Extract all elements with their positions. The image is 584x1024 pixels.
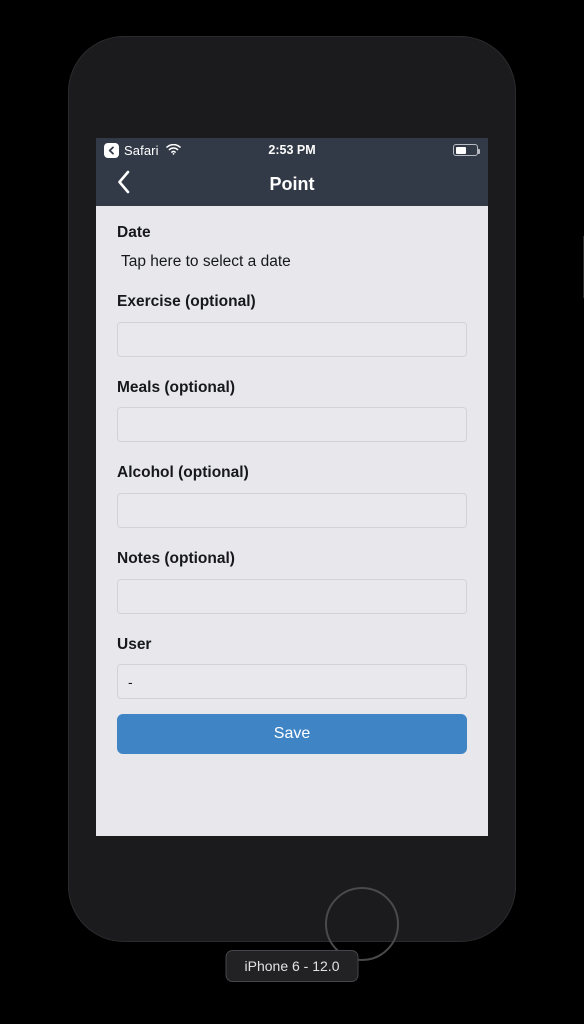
field-group-date: Date Tap here to select a date <box>117 224 467 271</box>
field-group-alcohol: Alcohol (optional) <box>117 464 467 528</box>
page-title: Point <box>269 174 315 194</box>
alcohol-input[interactable] <box>117 492 467 528</box>
label-date: Date <box>117 224 151 241</box>
date-picker-trigger[interactable]: Tap here to select a date <box>121 253 467 272</box>
ios-simulator-window: Safari 2:53 PM Point Date Tap here to se… <box>0 0 584 1024</box>
exercise-input[interactable] <box>117 321 467 357</box>
label-meals: Meals (optional) <box>117 378 235 396</box>
device-screen: Safari 2:53 PM Point Date Tap here to se… <box>96 138 488 836</box>
field-group-notes: Notes (optional) <box>117 550 467 614</box>
field-group-meals: Meals (optional) <box>117 379 467 443</box>
battery-level-fill <box>455 146 466 154</box>
field-group-exercise: Exercise (optional) <box>117 293 467 357</box>
status-bar: Safari 2:53 PM <box>96 138 488 162</box>
label-alcohol: Alcohol (optional) <box>117 464 249 482</box>
meals-input[interactable] <box>117 407 467 443</box>
label-exercise: Exercise (optional) <box>117 293 256 311</box>
status-bar-right <box>453 138 480 162</box>
notes-input[interactable] <box>117 578 467 614</box>
label-user: User <box>117 635 152 653</box>
field-group-user: User <box>117 636 467 700</box>
battery-icon <box>453 144 480 156</box>
device-name-chip: iPhone 6 - 12.0 <box>225 950 359 982</box>
label-notes: Notes (optional) <box>117 549 235 567</box>
status-bar-clock: 2:53 PM <box>268 143 316 157</box>
battery-cap <box>478 148 480 154</box>
save-button[interactable]: Save <box>117 714 467 755</box>
navigation-bar: Point <box>96 162 488 206</box>
point-form: Date Tap here to select a date Exercise … <box>96 206 488 755</box>
user-input[interactable] <box>117 664 467 700</box>
